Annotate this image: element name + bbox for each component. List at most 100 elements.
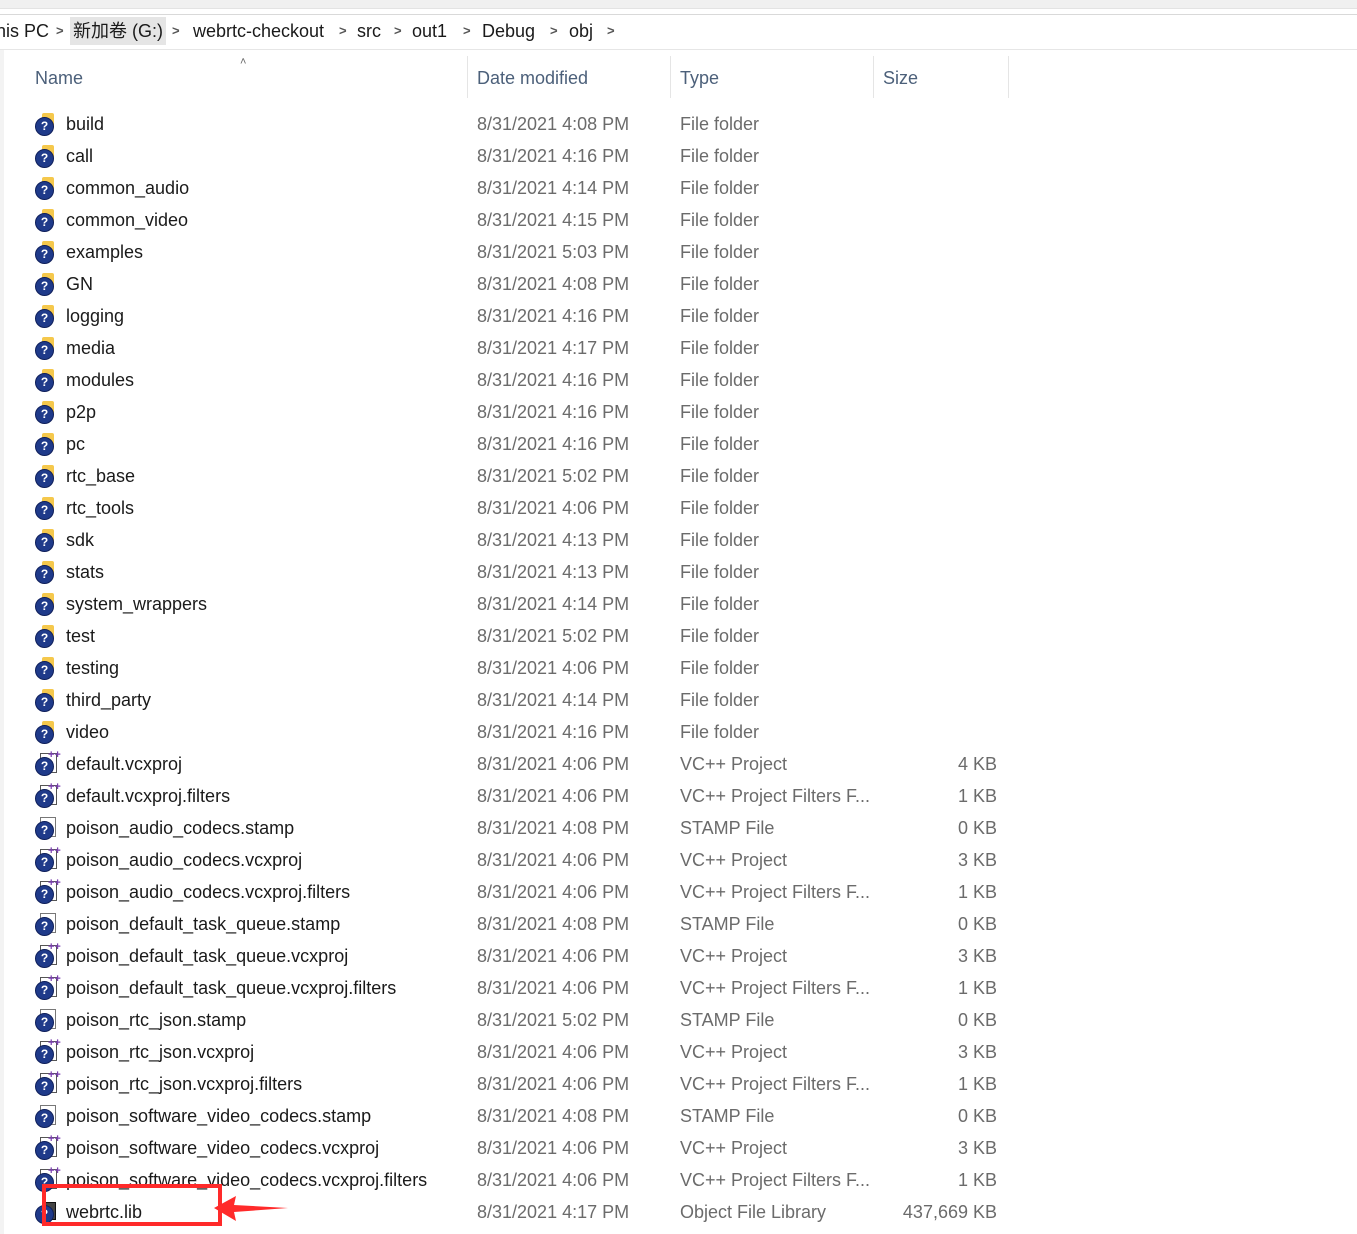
chevron-right-icon[interactable]: >	[56, 17, 64, 45]
file-type: File folder	[680, 146, 760, 166]
file-date-modified: 8/31/2021 4:08 PM	[477, 114, 630, 134]
chevron-right-icon[interactable]: >	[463, 17, 471, 45]
file-row[interactable]: ++? poison_audio_codecs.vcxproj 8/31/2021 …	[30, 844, 1010, 876]
breadcrumb-webrtc-checkout[interactable]: webrtc-checkout	[193, 17, 324, 45]
file-row[interactable]: ? examples 8/31/2021 5:03 PM File folder	[30, 236, 1010, 268]
file-name: video	[66, 722, 110, 742]
file-name: poison_default_task_queue.vcxproj.filter…	[66, 978, 397, 998]
folder-icon: ?	[34, 305, 56, 328]
breadcrumb-drive-g[interactable]: 新加卷 (G:)	[70, 17, 166, 45]
file-date-modified: 8/31/2021 4:13 PM	[477, 530, 630, 550]
file-row[interactable]: ? testing 8/31/2021 4:06 PM File folder	[30, 652, 1010, 684]
file-name: third_party	[66, 690, 152, 710]
file-type: File folder	[680, 402, 760, 422]
file-row[interactable]: ? poison_audio_codecs.stamp 8/31/2021 4:08…	[30, 812, 1010, 844]
navigation-pane-edge	[0, 50, 4, 1234]
file-row[interactable]: ? GN 8/31/2021 4:08 PM File folder	[30, 268, 1010, 300]
file-name: modules	[66, 370, 135, 390]
file-name: system_wrappers	[66, 594, 208, 614]
file-row[interactable]: ? media 8/31/2021 4:17 PM File folder	[30, 332, 1010, 364]
breadcrumb-this-pc[interactable]: nis PC	[0, 17, 49, 45]
chevron-right-icon[interactable]: >	[394, 17, 402, 45]
breadcrumb-src[interactable]: src	[357, 17, 381, 45]
file-row[interactable]: ? build 8/31/2021 4:08 PM File folder	[30, 108, 1010, 140]
breadcrumb-obj[interactable]: obj	[569, 17, 593, 45]
file-date-modified: 8/31/2021 4:16 PM	[477, 434, 630, 454]
column-divider[interactable]	[467, 56, 468, 98]
breadcrumb-out1[interactable]: out1	[412, 17, 447, 45]
vcxproj-icon: ++?	[34, 941, 61, 968]
file-name: poison_audio_codecs.stamp	[66, 818, 295, 838]
column-divider[interactable]	[1008, 56, 1009, 98]
file-name: poison_rtc_json.vcxproj.filters	[66, 1074, 303, 1094]
file-type: File folder	[680, 722, 760, 742]
file-row[interactable]: ? modules 8/31/2021 4:16 PM File folder	[30, 364, 1010, 396]
file-row[interactable]: ? poison_default_task_queue.stamp 8/31/202…	[30, 908, 1010, 940]
file-date-modified: 8/31/2021 4:14 PM	[477, 178, 630, 198]
chevron-right-icon[interactable]: >	[339, 17, 347, 45]
file-type: STAMP File	[680, 914, 775, 934]
breadcrumb-debug[interactable]: Debug	[482, 17, 535, 45]
file-row[interactable]: ++? default.vcxproj.filters 8/31/2021 4:06…	[30, 780, 1010, 812]
file-icon: ?	[34, 1105, 56, 1128]
column-divider[interactable]	[873, 56, 874, 98]
file-type: VC++ Project	[680, 1042, 788, 1062]
file-row[interactable]: ++? poison_default_task_queue.vcxproj 8/31…	[30, 940, 1010, 972]
file-row[interactable]: ? common_video 8/31/2021 4:15 PM File folde…	[30, 204, 1010, 236]
file-row[interactable]: ? logging 8/31/2021 4:16 PM File folder	[30, 300, 1010, 332]
file-name: sdk	[66, 530, 95, 550]
chevron-right-icon[interactable]: >	[172, 17, 180, 45]
file-name: poison_rtc_json.vcxproj	[66, 1042, 255, 1062]
chevron-right-icon[interactable]: >	[607, 17, 615, 45]
annotation-highlight-box	[42, 1184, 222, 1226]
file-name: pc	[66, 434, 86, 454]
file-row[interactable]: ++? poison_default_task_queue.vcxproj.fil…	[30, 972, 1010, 1004]
folder-icon: ?	[34, 145, 56, 168]
folder-icon: ?	[34, 625, 56, 648]
vcxproj-icon: ++?	[34, 845, 61, 872]
column-divider[interactable]	[670, 56, 671, 98]
file-date-modified: 8/31/2021 4:06 PM	[477, 1170, 630, 1190]
file-type: File folder	[680, 274, 760, 294]
folder-icon: ?	[34, 433, 56, 456]
address-bar[interactable]: nis PC > 新加卷 (G:) > webrtc-checkout > sr…	[0, 14, 1357, 50]
file-row[interactable]: ? system_wrappers 8/31/2021 4:14 PM File fo…	[30, 588, 1010, 620]
file-row[interactable]: ? test 8/31/2021 5:02 PM File folder	[30, 620, 1010, 652]
file-row[interactable]: ? poison_software_video_codecs.stamp 8/31/…	[30, 1100, 1010, 1132]
file-name: media	[66, 338, 116, 358]
file-name: default.vcxproj.filters	[66, 786, 231, 806]
file-name: testing	[66, 658, 120, 678]
file-size: 0 KB	[957, 1106, 997, 1126]
file-row[interactable]: ? video 8/31/2021 4:16 PM File folder	[30, 716, 1010, 748]
file-row[interactable]: ? stats 8/31/2021 4:13 PM File folder	[30, 556, 1010, 588]
column-header-name[interactable]: Name	[35, 56, 83, 98]
folder-icon: ?	[34, 689, 56, 712]
file-row[interactable]: ? rtc_tools 8/31/2021 4:06 PM File folder	[30, 492, 1010, 524]
column-header-type[interactable]: Type	[680, 56, 719, 98]
file-type: File folder	[680, 338, 760, 358]
file-size: 3 KB	[957, 1138, 997, 1158]
file-row[interactable]: ++? default.vcxproj 8/31/2021 4:06 PM VC++ …	[30, 748, 1010, 780]
file-type: STAMP File	[680, 818, 775, 838]
file-date-modified: 8/31/2021 4:13 PM	[477, 562, 630, 582]
file-type: File folder	[680, 114, 760, 134]
file-type: VC++ Project Filters F...	[680, 1074, 871, 1094]
file-row[interactable]: ? third_party 8/31/2021 4:14 PM File folder	[30, 684, 1010, 716]
file-row[interactable]: ++? poison_audio_codecs.vcxproj.filters 8/…	[30, 876, 1010, 908]
folder-icon: ?	[34, 241, 56, 264]
column-header-date-modified[interactable]: Date modified	[477, 56, 588, 98]
file-row[interactable]: ++? poison_rtc_json.vcxproj 8/31/2021 4:06…	[30, 1036, 1010, 1068]
file-row[interactable]: ? poison_rtc_json.stamp 8/31/2021 5:02 PM S…	[30, 1004, 1010, 1036]
file-row[interactable]: ? rtc_base 8/31/2021 5:02 PM File folder	[30, 460, 1010, 492]
file-date-modified: 8/31/2021 4:08 PM	[477, 818, 630, 838]
file-row[interactable]: ? call 8/31/2021 4:16 PM File folder	[30, 140, 1010, 172]
file-row[interactable]: ? common_audio 8/31/2021 4:14 PM File folde…	[30, 172, 1010, 204]
column-header-size[interactable]: Size	[883, 56, 918, 98]
file-row[interactable]: ? pc 8/31/2021 4:16 PM File folder	[30, 428, 1010, 460]
file-row[interactable]: ++? poison_rtc_json.vcxproj.filters 8/31/2…	[30, 1068, 1010, 1100]
file-row[interactable]: ? p2p 8/31/2021 4:16 PM File folder	[30, 396, 1010, 428]
folder-icon: ?	[34, 721, 56, 744]
chevron-right-icon[interactable]: >	[550, 17, 558, 45]
file-row[interactable]: ++? poison_software_video_codecs.vcxproj 8…	[30, 1132, 1010, 1164]
file-row[interactable]: ? sdk 8/31/2021 4:13 PM File folder	[30, 524, 1010, 556]
